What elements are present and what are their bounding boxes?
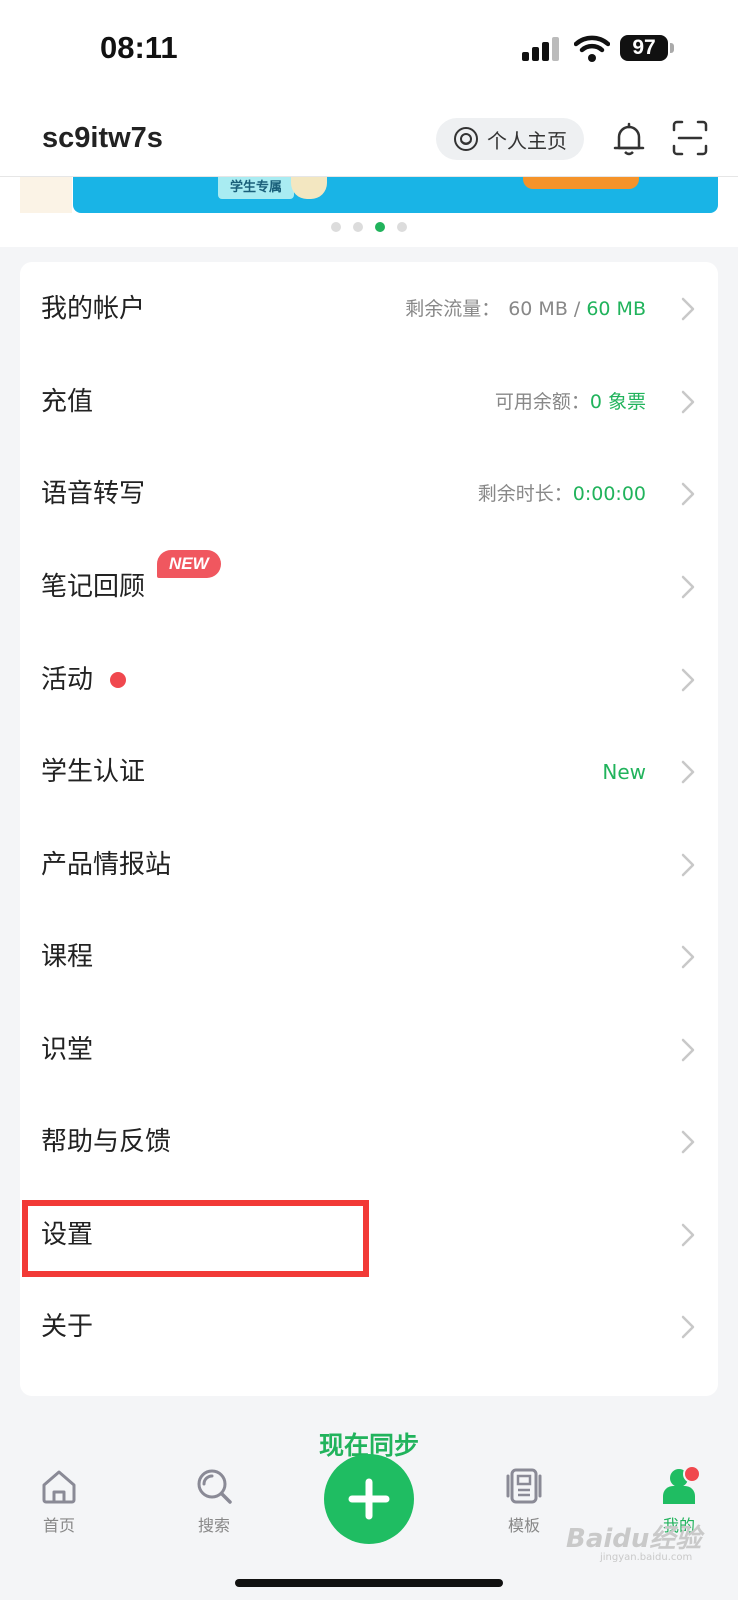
menu-item-student-verification[interactable]: 学生认证 New <box>20 725 718 819</box>
duration-prefix: 剩余时长： <box>477 483 573 505</box>
menu-item-label: 识堂 <box>41 1035 94 1065</box>
wifi-icon <box>574 35 610 62</box>
banner-tag: 学生专属 <box>218 177 295 199</box>
chevron-right-icon <box>681 945 695 969</box>
battery-tip <box>670 43 674 53</box>
tab-home-label: 首页 <box>42 1516 75 1535</box>
menu-item-label: 活动 <box>41 665 94 695</box>
carousel-dot[interactable] <box>397 222 407 232</box>
home-indicator[interactable] <box>235 1579 503 1587</box>
menu-item-activity[interactable]: 活动 <box>20 633 718 727</box>
bottom-tab-bar: 现在同步 首页 搜索 模板 我的 <box>0 1410 738 1600</box>
menu-item-note-review[interactable]: 笔记回顾 NEW <box>20 540 718 634</box>
remaining-duration-detail: 剩余时长：0:00:00 <box>478 447 646 541</box>
menu-item-label: 笔记回顾 <box>41 572 146 602</box>
menu-item-label: 我的帐户 <box>41 294 146 324</box>
cellular-signal-icon <box>522 37 559 61</box>
duration-value: 0:00:00 <box>572 483 646 505</box>
chevron-right-icon <box>681 575 695 599</box>
balance-value: 0 象票 <box>589 391 646 413</box>
search-icon <box>197 1469 232 1504</box>
menu-item-label: 帮助与反馈 <box>41 1127 172 1157</box>
traffic-separator: / <box>567 298 587 320</box>
highlight-annotation-box <box>22 1200 369 1277</box>
chevron-right-icon <box>681 1130 695 1154</box>
chevron-right-icon <box>681 1223 695 1247</box>
app-header: sc9itw7s 个人主页 <box>0 100 738 177</box>
plus-icon <box>348 1478 390 1520</box>
carousel-dot[interactable] <box>353 222 363 232</box>
menu-item-help-feedback[interactable]: 帮助与反馈 <box>20 1095 718 1189</box>
banner-action-button[interactable] <box>523 177 639 189</box>
chevron-right-icon <box>681 482 695 506</box>
carousel-dots <box>0 222 738 232</box>
chevron-right-icon <box>681 760 695 784</box>
template-icon <box>506 1468 542 1504</box>
profile-page-label: 个人主页 <box>487 128 567 153</box>
chevron-right-icon <box>681 853 695 877</box>
new-text: New <box>602 760 646 784</box>
menu-item-label: 关于 <box>41 1312 94 1342</box>
scan-icon[interactable] <box>672 120 708 156</box>
banner-mascot-image <box>291 177 327 199</box>
tab-home[interactable]: 首页 <box>14 1466 104 1536</box>
menu-item-courses[interactable]: 课程 <box>20 910 718 1004</box>
chevron-right-icon <box>681 1315 695 1339</box>
chevron-right-icon <box>681 390 695 414</box>
carousel-dot-active[interactable] <box>375 222 385 232</box>
balance-prefix: 可用余额： <box>494 391 590 413</box>
watermark-logo: Baidu经验 <box>566 1524 702 1554</box>
menu-item-account[interactable]: 我的帐户 剩余流量： 60 MB / 60 MB <box>20 262 718 356</box>
menu-item-shitang[interactable]: 识堂 <box>20 1003 718 1097</box>
notification-dot <box>110 672 126 688</box>
menu-item-label: 学生认证 <box>41 757 146 787</box>
status-time: 08:11 <box>100 30 178 65</box>
profile-notification-dot <box>683 1465 701 1483</box>
account-traffic-detail: 剩余流量： 60 MB / 60 MB <box>405 262 646 356</box>
tab-templates-label: 模板 <box>507 1516 540 1535</box>
student-new-indicator: New <box>602 725 646 819</box>
traffic-prefix: 剩余流量： <box>405 298 501 320</box>
watermark-url: jingyan.baidu.com <box>600 1552 693 1563</box>
banner-carousel: 学生专属 <box>0 177 738 247</box>
status-bar: 08:11 97 <box>0 0 738 100</box>
smile-icon <box>454 127 478 151</box>
menu-item-product-news[interactable]: 产品情报站 <box>20 818 718 912</box>
bell-icon[interactable] <box>610 120 648 158</box>
banner-slide[interactable]: 学生专属 <box>73 177 718 213</box>
chevron-right-icon <box>681 668 695 692</box>
tab-templates[interactable]: 模板 <box>479 1466 569 1536</box>
menu-item-label: 充值 <box>41 387 94 417</box>
balance-detail: 可用余额：0 象票 <box>495 355 646 449</box>
menu-item-label: 语音转写 <box>41 479 146 509</box>
menu-item-label: 课程 <box>41 942 94 972</box>
menu-item-voice-transcription[interactable]: 语音转写 剩余时长：0:00:00 <box>20 447 718 541</box>
profile-page-button[interactable]: 个人主页 <box>436 118 584 160</box>
battery-indicator: 97 <box>620 35 668 61</box>
new-badge: NEW <box>157 550 221 578</box>
menu-item-recharge[interactable]: 充值 可用余额：0 象票 <box>20 355 718 449</box>
tab-search-label: 搜索 <box>197 1516 230 1535</box>
traffic-total: 60 MB <box>586 298 646 320</box>
home-icon <box>42 1470 76 1504</box>
menu-item-label: 产品情报站 <box>41 850 172 880</box>
chevron-right-icon <box>681 1038 695 1062</box>
carousel-dot[interactable] <box>331 222 341 232</box>
add-note-button[interactable] <box>324 1454 414 1544</box>
menu-item-about[interactable]: 关于 <box>20 1280 718 1374</box>
banner-prev-slide[interactable] <box>20 177 72 213</box>
chevron-right-icon <box>681 297 695 321</box>
tab-search[interactable]: 搜索 <box>169 1466 259 1536</box>
traffic-remaining: 60 MB <box>508 298 568 320</box>
username: sc9itw7s <box>42 122 163 154</box>
